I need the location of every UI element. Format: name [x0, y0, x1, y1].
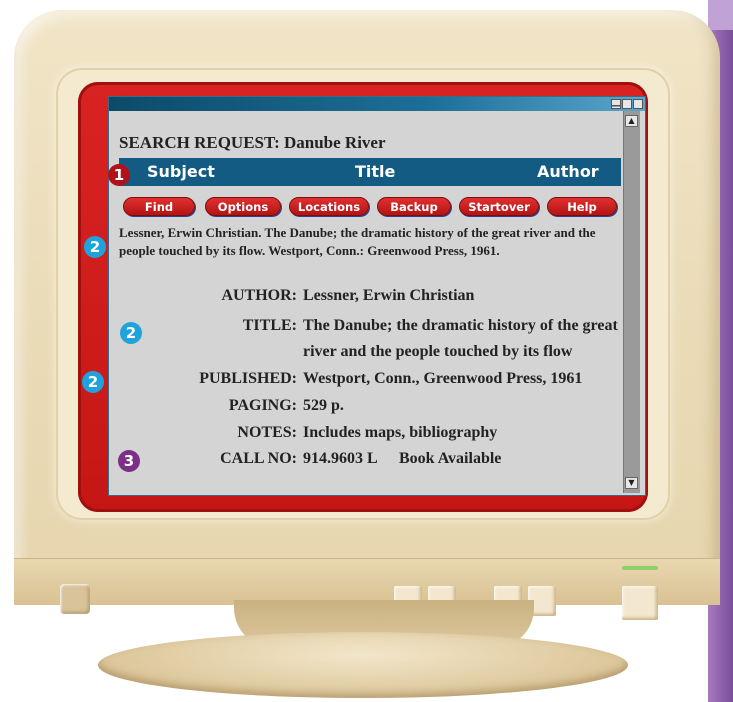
scroll-down-icon[interactable]: ▼: [625, 477, 638, 489]
window-controls: [611, 99, 643, 109]
search-request-heading: SEARCH REQUEST: Danube River: [119, 133, 386, 152]
search-type-tabs: Subject Title Author: [119, 158, 621, 186]
callno-value: 914.9603 L: [303, 450, 378, 467]
tab-subject[interactable]: Subject: [147, 162, 215, 181]
power-indicator-light: [622, 566, 658, 570]
startover-button[interactable]: Startover: [459, 197, 539, 216]
catalog-window: ▲ ▼ SEARCH REQUEST: Danube River Subject…: [108, 96, 646, 496]
marker-2-badge: 2: [120, 322, 142, 344]
window-titlebar: [109, 97, 645, 111]
marker-2-badge: 2: [84, 236, 106, 258]
published-value: Westport, Conn., Greenwood Press, 1961: [303, 370, 583, 387]
side-strip-highlight: [708, 0, 733, 30]
notes-label: NOTES:: [237, 424, 297, 441]
maximize-icon[interactable]: [633, 99, 643, 109]
minimize-icon[interactable]: [611, 99, 621, 109]
title-value-line2: river and the people touched by its flow: [303, 343, 573, 360]
help-button[interactable]: Help: [547, 197, 617, 216]
front-control-button[interactable]: [622, 586, 658, 620]
published-label: PUBLISHED:: [199, 370, 297, 387]
backup-button[interactable]: Backup: [377, 197, 451, 216]
paging-value: 529 p.: [303, 397, 344, 414]
options-button[interactable]: Options: [205, 197, 281, 216]
title-value-line1: The Danube; the dramatic history of the …: [303, 317, 618, 334]
callno-label: CALL NO:: [220, 450, 297, 467]
paging-label: PAGING:: [228, 397, 297, 414]
availability-status: Book Available: [399, 450, 502, 467]
author-label: AUTHOR:: [221, 287, 297, 304]
vertical-scrollbar[interactable]: ▲ ▼: [623, 111, 640, 493]
monitor-stand: [98, 632, 628, 698]
scroll-up-icon[interactable]: ▲: [625, 115, 638, 127]
title-label: TITLE:: [242, 317, 297, 334]
restore-icon[interactable]: [622, 99, 632, 109]
author-value: Lessner, Erwin Christian: [303, 287, 475, 304]
tab-title[interactable]: Title: [355, 162, 395, 181]
citation-text: Lessner, Erwin Christian. The Danube; th…: [119, 225, 596, 258]
power-button[interactable]: [60, 584, 90, 614]
marker-3-badge: 3: [118, 450, 140, 472]
locations-button[interactable]: Locations: [289, 197, 369, 216]
marker-1-badge: 1: [108, 164, 130, 186]
action-button-row: Find Options Locations Backup Startover …: [119, 197, 619, 217]
find-button[interactable]: Find: [123, 197, 195, 216]
tab-author[interactable]: Author: [537, 162, 599, 181]
notes-value: Includes maps, bibliography: [303, 424, 498, 441]
monitor-front-panel: [14, 558, 720, 605]
marker-2-badge: 2: [82, 371, 104, 393]
